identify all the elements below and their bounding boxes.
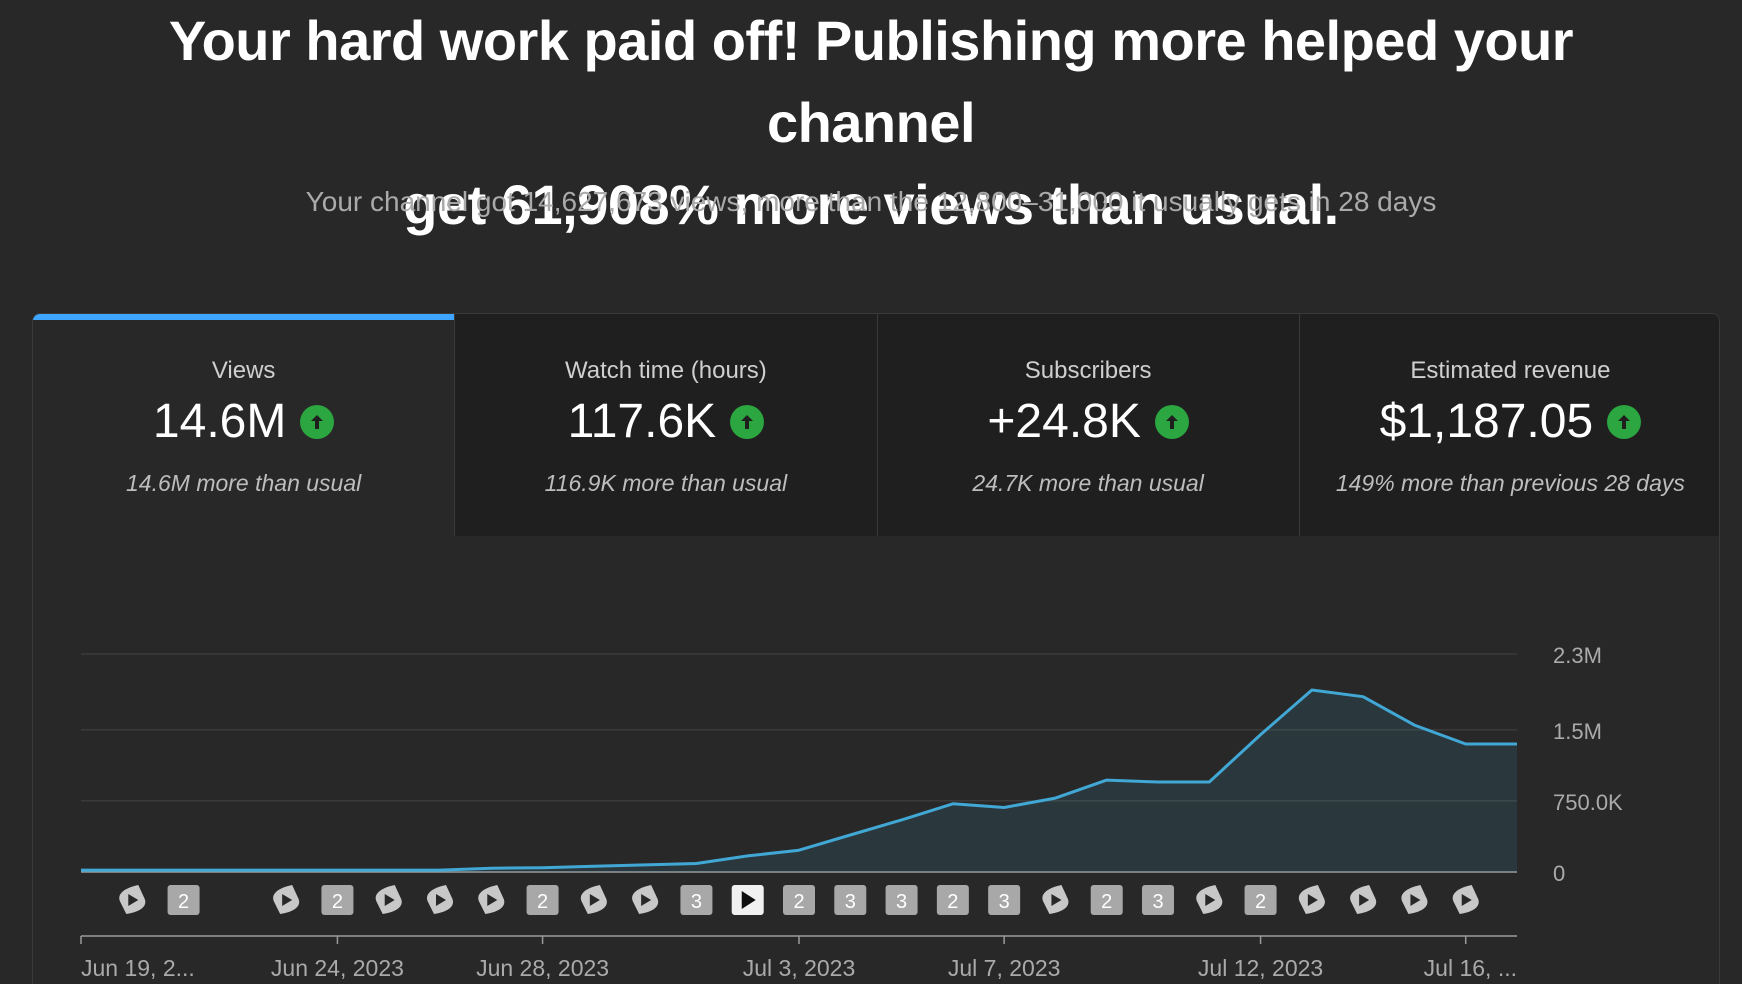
tab-value: +24.8K [987, 395, 1141, 448]
shorts-icon[interactable] [1196, 885, 1223, 914]
upload-count-label: 3 [896, 891, 907, 913]
upload-count-label: 2 [178, 891, 189, 913]
tab-value: $1,187.05 [1379, 395, 1594, 448]
tab-note: 14.6M more than usual [126, 470, 362, 496]
upload-count-marker[interactable]: 2 [167, 885, 200, 915]
y-tick-label: 1.5M [1553, 719, 1602, 744]
views-area [81, 690, 1517, 872]
upload-count-label: 3 [691, 891, 702, 913]
tab-note: 116.9K more than usual [544, 470, 788, 496]
tab-note: 149% more than previous 28 days [1335, 470, 1685, 496]
upload-count-marker[interactable]: 3 [885, 885, 918, 915]
x-tick-label: Jul 7, 2023 [948, 955, 1061, 981]
upload-count-label: 2 [1101, 891, 1112, 913]
x-tick-label: Jun 24, 2023 [271, 955, 404, 981]
chart-svg: 0 750.0K 1.5M 2.3M 2 2 2 3 2 3 3 2 3 2 3 2 Jun 19, 2... J… [80, 643, 1623, 981]
insight-page: Your hard work paid off! Publishing more… [0, 0, 1742, 984]
upload-count-marker[interactable]: 3 [988, 885, 1021, 915]
upload-count-marker[interactable]: 2 [783, 885, 815, 915]
metric-tabs: Views 14.6M 14.6M more than usual Watch … [33, 314, 1719, 536]
metrics-card: Views 14.6M 14.6M more than usual Watch … [32, 313, 1720, 984]
upload-count-marker[interactable]: 2 [936, 885, 969, 915]
tab-value-row: 117.6K [455, 394, 876, 449]
shorts-icon[interactable] [1401, 885, 1428, 914]
shorts-icon[interactable] [375, 885, 402, 914]
tab-label: Subscribers [1024, 357, 1152, 384]
tab-note: 24.7K more than usual [972, 470, 1204, 496]
x-tick-label: Jul 16, ... [1424, 955, 1517, 981]
shorts-icon[interactable] [632, 885, 659, 914]
arrow-up-icon [1607, 404, 1642, 439]
upload-count-marker[interactable]: 2 [1244, 885, 1277, 915]
video-upload-icon[interactable] [731, 885, 764, 915]
tab-label: Views [211, 357, 276, 384]
y-tick-label: 2.3M [1553, 643, 1602, 668]
x-tick-label: Jul 3, 2023 [743, 955, 856, 981]
headline-line-1: Your hard work paid off! Publishing more… [168, 9, 1574, 154]
upload-count-label: 2 [947, 891, 958, 913]
y-tick-label: 750.0K [1553, 790, 1623, 815]
x-tick-label: Jul 12, 2023 [1198, 955, 1323, 981]
arrow-up-icon [730, 404, 765, 439]
arrow-up-icon [300, 404, 335, 439]
shorts-icon[interactable] [1042, 885, 1069, 914]
x-tick-label: Jun 28, 2023 [476, 955, 609, 981]
upload-count-marker[interactable]: 3 [1142, 885, 1174, 915]
tab-value: 14.6M [152, 395, 287, 448]
arrow-up-icon [1154, 404, 1189, 439]
shorts-icon[interactable] [580, 885, 607, 914]
upload-count-marker[interactable]: 2 [526, 885, 559, 915]
views-chart: 0 750.0K 1.5M 2.3M 2 2 2 3 2 3 3 2 3 2 3 2 Jun 19, 2... J… [33, 536, 1719, 984]
tab-value-row: 14.6M [33, 394, 454, 449]
tab-watch-time[interactable]: Watch time (hours) 117.6K 116.9K more th… [454, 314, 877, 536]
shorts-icon[interactable] [478, 885, 505, 914]
tab-label: Watch time (hours) [564, 357, 767, 384]
upload-count-marker[interactable]: 3 [680, 885, 713, 915]
shorts-icon[interactable] [119, 885, 146, 914]
shorts-icon[interactable] [1452, 885, 1479, 914]
upload-count-marker[interactable]: 2 [321, 885, 354, 915]
upload-count-marker[interactable]: 2 [1090, 885, 1123, 915]
tab-value-row: +24.8K [878, 394, 1299, 449]
shorts-icon[interactable] [1350, 885, 1377, 914]
upload-count-label: 2 [793, 891, 804, 913]
x-tick-label: Jun 19, 2... [81, 955, 195, 981]
upload-count-label: 2 [1255, 891, 1266, 913]
shorts-icon[interactable] [1298, 885, 1325, 914]
upload-count-label: 3 [999, 891, 1010, 913]
tab-label: Estimated revenue [1410, 357, 1611, 384]
tab-subscribers[interactable]: Subscribers +24.8K 24.7K more than usual [876, 314, 1299, 536]
shorts-icon[interactable] [426, 885, 454, 914]
upload-count-label: 2 [537, 891, 548, 913]
subline: Your channel got 14,627,673 views, more … [305, 186, 1437, 217]
shorts-icon[interactable] [273, 885, 300, 914]
tab-value: 117.6K [567, 395, 717, 448]
y-tick-label: 0 [1553, 861, 1565, 886]
upload-count-label: 3 [1152, 891, 1163, 913]
tab-views[interactable]: Views 14.6M 14.6M more than usual [33, 314, 455, 536]
upload-count-label: 3 [845, 891, 856, 913]
upload-count-label: 2 [332, 891, 343, 913]
tab-value-row: $1,187.05 [1300, 394, 1719, 449]
upload-count-marker[interactable]: 3 [834, 885, 867, 915]
tab-estimated-revenue[interactable]: Estimated revenue $1,187.05 149% more th… [1298, 314, 1719, 536]
